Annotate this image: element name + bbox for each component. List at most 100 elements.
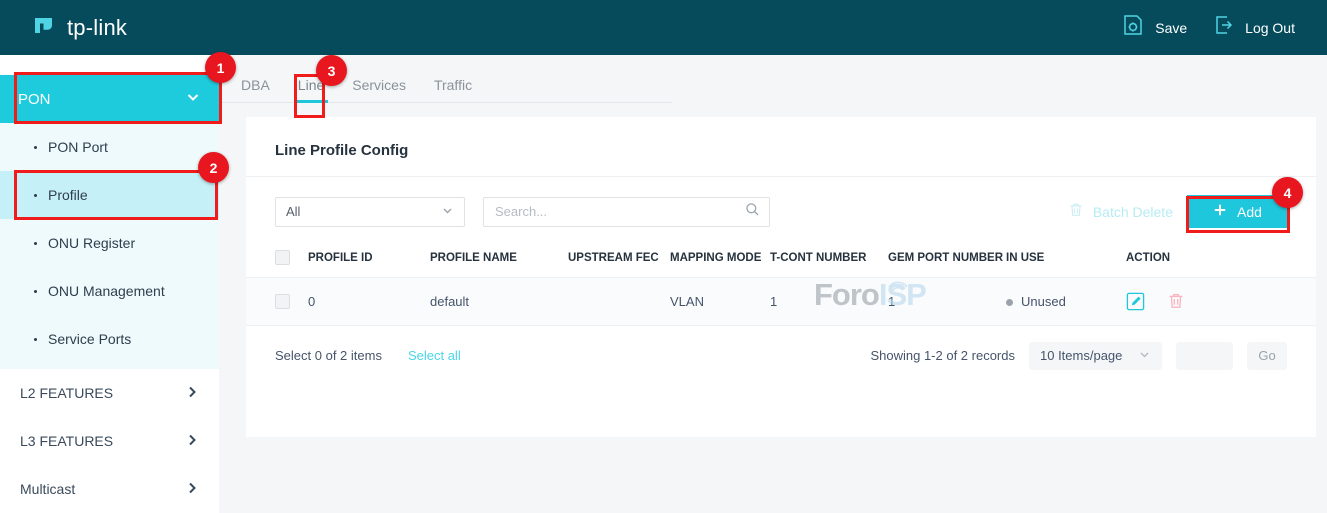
column-tcont-number: T-CONT NUMBER [770, 244, 888, 277]
pon-group-label: PON [18, 91, 51, 108]
selection-count: Select 0 of 2 items [275, 348, 382, 363]
status-badge: Unused [1021, 294, 1066, 309]
sidebar-item-pon-port[interactable]: PON Port [0, 123, 219, 171]
search-box[interactable] [483, 197, 770, 227]
chevron-right-icon [185, 433, 199, 450]
sidebar-group-l2-features[interactable]: L2 FEATURES [0, 369, 219, 417]
cell-tcont-number: 1 [770, 277, 888, 325]
chevron-down-icon [1138, 348, 1151, 364]
sidebar-item-label: ONU Management [48, 283, 165, 299]
save-disk-gear-icon [1121, 13, 1145, 42]
pagination-controls: Showing 1-2 of 2 records 10 Items/page G… [870, 342, 1287, 370]
pon-submenu: PON Port Profile ONU Register ONU Manage… [0, 123, 219, 369]
sidebar-navigation: PON PON Port Profile ONU Register ONU Ma… [0, 55, 219, 505]
line-profile-card: Line Profile Config All [246, 117, 1316, 437]
records-count: Showing 1-2 of 2 records [870, 348, 1015, 363]
pon-group-header[interactable]: PON [0, 75, 219, 123]
sidebar-item-profile[interactable]: Profile [0, 171, 219, 219]
cell-profile-id: 0 [308, 277, 430, 325]
filter-select[interactable]: All [275, 197, 465, 227]
column-gem-port-number: GEM PORT NUMBER [888, 244, 1006, 277]
logout-label: Log Out [1245, 20, 1295, 36]
page-title: Line Profile Config [246, 117, 1316, 159]
go-button[interactable]: Go [1247, 342, 1287, 370]
search-icon[interactable] [745, 202, 760, 222]
chevron-right-icon [185, 481, 199, 498]
table-row[interactable]: 0 default VLAN 1 1 Unused [246, 277, 1316, 325]
save-label: Save [1155, 20, 1187, 36]
page-size-value: 10 Items/page [1040, 348, 1122, 363]
bullet-icon [34, 146, 37, 149]
tab-bar: DBA Line Services Traffic [219, 55, 672, 103]
add-button[interactable]: Add [1187, 195, 1287, 228]
sidebar-group-l3-features[interactable]: L3 FEATURES [0, 417, 219, 465]
tab-traffic[interactable]: Traffic [420, 77, 486, 102]
brand-name: tp-link [67, 15, 127, 41]
chevron-down-icon [441, 204, 454, 220]
bullet-icon [34, 338, 37, 341]
plus-icon [1212, 202, 1228, 221]
top-header-bar: tp-link Save Log Out [0, 0, 1327, 55]
tab-dba[interactable]: DBA [241, 77, 284, 102]
cell-gem-port-number: 1 [888, 277, 1006, 325]
annotation-badge-2: 2 [198, 152, 229, 183]
cell-in-use: Unused [1006, 277, 1126, 325]
cell-mapping-mode: VLAN [670, 277, 770, 325]
batch-delete-label: Batch Delete [1093, 204, 1173, 220]
sidebar-item-onu-register[interactable]: ONU Register [0, 219, 219, 267]
table-toolbar: All [246, 177, 1316, 228]
page-number-input[interactable] [1176, 342, 1233, 370]
sidebar-item-label: Service Ports [48, 331, 131, 347]
column-upstream-fec: UPSTREAM FEC [568, 244, 670, 277]
row-select-cell [246, 277, 308, 325]
annotation-badge-4: 4 [1272, 177, 1303, 208]
table-head: PROFILE ID PROFILE NAME UPSTREAM FEC MAP… [246, 244, 1316, 277]
sidebar-group-label: L2 FEATURES [20, 385, 113, 401]
bullet-icon [34, 242, 37, 245]
column-mapping-mode: MAPPING MODE [670, 244, 770, 277]
chevron-right-icon [185, 385, 199, 402]
column-profile-id: PROFILE ID [308, 244, 430, 277]
sidebar-item-onu-management[interactable]: ONU Management [0, 267, 219, 315]
bullet-icon [34, 290, 37, 293]
column-action: ACTION [1126, 244, 1316, 277]
page-size-select[interactable]: 10 Items/page [1029, 342, 1162, 370]
trash-icon [1068, 202, 1084, 221]
bullet-icon [34, 194, 37, 197]
sidebar-item-label: ONU Register [48, 235, 135, 251]
sidebar-item-service-ports[interactable]: Service Ports [0, 315, 219, 363]
header-actions: Save Log Out [1121, 13, 1295, 42]
tp-link-logo[interactable]: tp-link [32, 15, 127, 41]
sidebar-group-multicast[interactable]: Multicast [0, 465, 219, 513]
column-in-use: IN USE [1006, 244, 1126, 277]
search-input[interactable] [493, 203, 745, 220]
logout-button[interactable]: Log Out [1213, 14, 1295, 41]
toolbar-actions: Batch Delete Add [1068, 195, 1287, 228]
logout-arrow-icon [1213, 14, 1235, 41]
add-label: Add [1237, 204, 1262, 220]
main-content: DBA Line Services Traffic Line Profile C… [219, 55, 1327, 505]
trash-icon[interactable] [1167, 292, 1185, 310]
row-action-icons [1126, 292, 1316, 311]
cell-action [1126, 277, 1316, 325]
select-all-header [246, 244, 308, 277]
select-all-checkbox[interactable] [275, 250, 290, 265]
row-checkbox[interactable] [275, 294, 290, 309]
sidebar-group-label: L3 FEATURES [20, 433, 113, 449]
cell-upstream-fec [568, 277, 670, 325]
tab-services[interactable]: Services [338, 77, 420, 102]
sidebar-group-label: Multicast [20, 481, 75, 497]
chevron-down-icon [185, 89, 201, 110]
line-profile-table: PROFILE ID PROFILE NAME UPSTREAM FEC MAP… [246, 244, 1316, 326]
table-body: 0 default VLAN 1 1 Unused [246, 277, 1316, 325]
annotation-badge-1: 1 [205, 52, 236, 83]
filter-select-value: All [286, 204, 300, 219]
save-button[interactable]: Save [1121, 13, 1187, 42]
tp-link-mark-icon [32, 15, 58, 41]
column-profile-name: PROFILE NAME [430, 244, 568, 277]
batch-delete-button[interactable]: Batch Delete [1068, 202, 1173, 221]
sidebar-item-label: PON Port [48, 139, 108, 155]
edit-pencil-icon[interactable] [1126, 292, 1145, 311]
table-footer: Select 0 of 2 items Select all Showing 1… [246, 326, 1316, 370]
select-all-link[interactable]: Select all [408, 348, 461, 363]
